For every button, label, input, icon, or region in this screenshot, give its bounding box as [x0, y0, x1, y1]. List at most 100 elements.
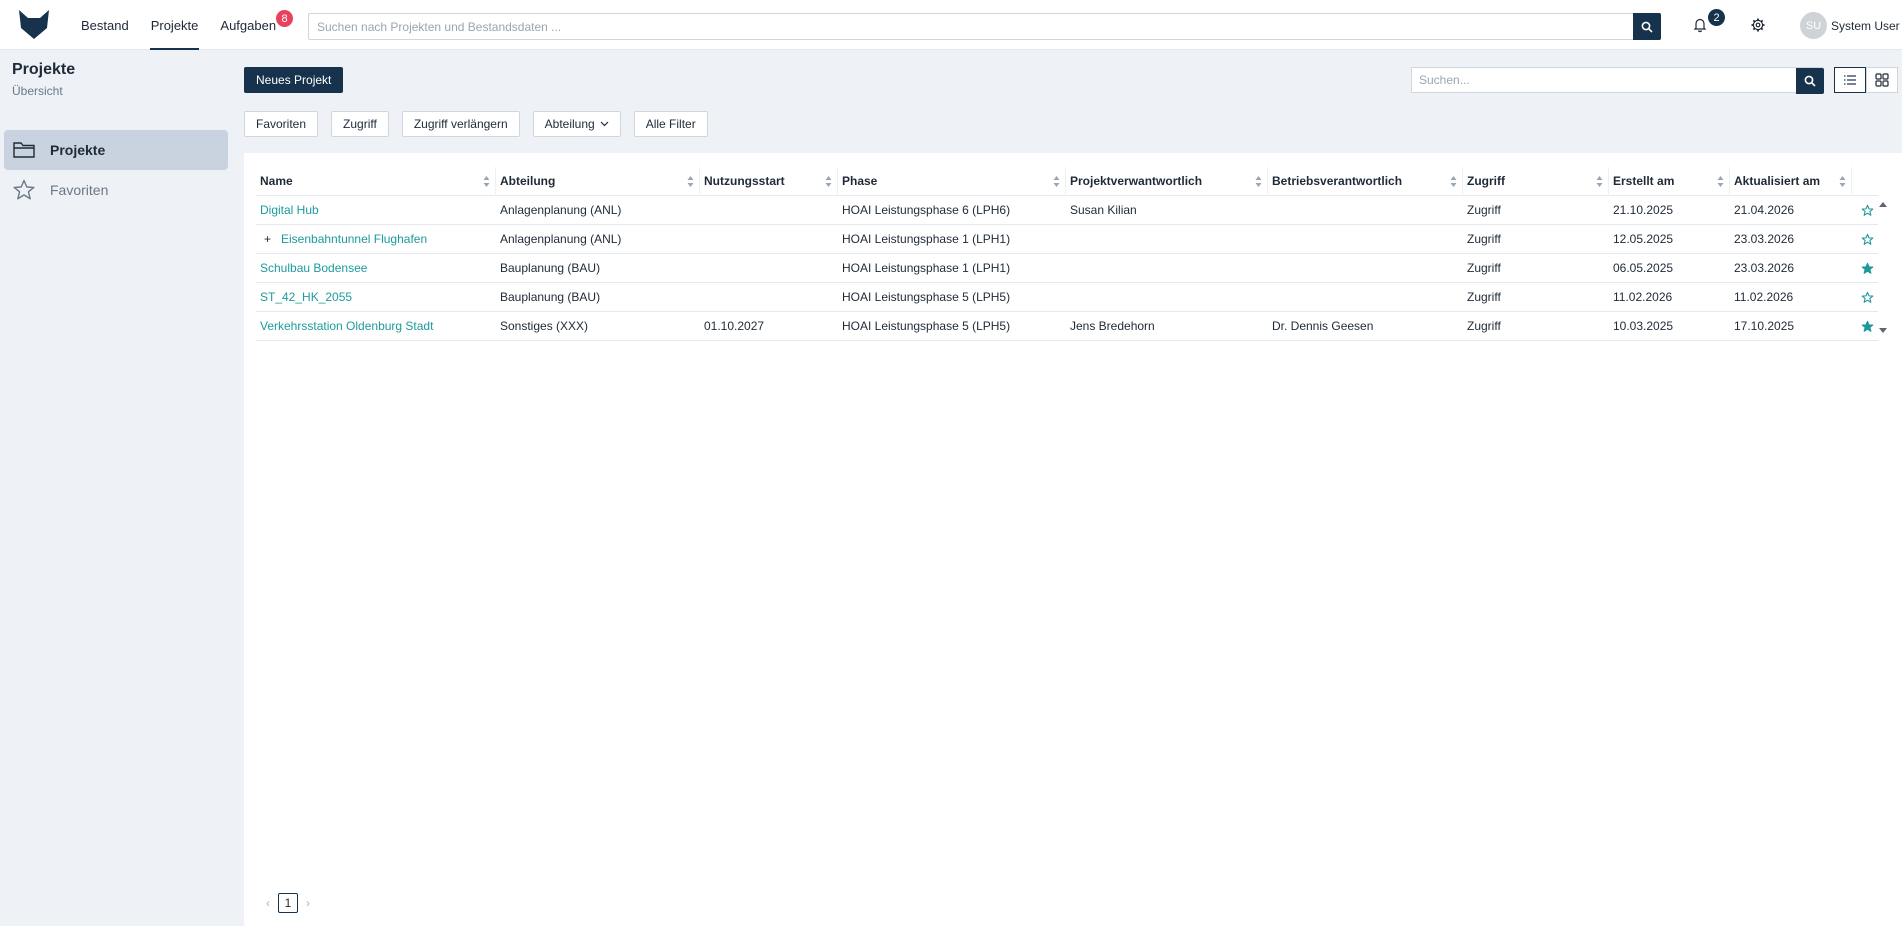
new-project-button[interactable]: Neues Projekt	[244, 67, 344, 93]
table-row[interactable]: ST_42_HK_2055 Bauplanung (BAU) HOAI Leistu…	[256, 283, 1878, 312]
column-header-betriebsverantwortlich[interactable]: Betriebsverantwortlich	[1268, 166, 1463, 196]
user-menu[interactable]: SU System User	[1800, 12, 1900, 39]
sidebar: Projekte Übersicht Projekte Favoriten	[0, 51, 236, 926]
cell-abteilung: Anlagenplanung (ANL)	[500, 232, 622, 246]
cell-abteilung: Bauplanung (BAU)	[500, 261, 601, 275]
filter-abteilung[interactable]: Abteilung	[532, 111, 621, 137]
tasks-count-badge: 8	[276, 10, 294, 27]
fox-logo-icon[interactable]	[16, 6, 52, 42]
star-outline-icon[interactable]	[1861, 233, 1874, 246]
cell-erstellt: 06.05.2025	[1613, 261, 1674, 275]
cell-aktualisiert: 23.03.2026	[1734, 261, 1795, 275]
cell-erstellt: 12.05.2025	[1613, 232, 1674, 246]
project-link[interactable]: Digital Hub	[260, 203, 319, 217]
sort-icon	[1053, 175, 1060, 187]
search-icon	[1804, 75, 1816, 87]
column-header-nutzungsstart[interactable]: Nutzungsstart	[700, 166, 838, 196]
bell-icon[interactable]	[1690, 15, 1710, 35]
cell-erstellt: 11.02.2026	[1613, 290, 1673, 304]
filter-zugriff[interactable]: Zugriff	[331, 111, 389, 137]
grid-view-button[interactable]	[1866, 67, 1898, 93]
cell-projektverantwortlich: Jens Bredehorn	[1070, 319, 1155, 333]
column-header-abteilung[interactable]: Abteilung	[496, 166, 700, 196]
chevron-down-icon	[600, 121, 609, 127]
cell-aktualisiert: 23.03.2026	[1734, 232, 1795, 246]
grid-icon	[1875, 73, 1889, 87]
cell-betriebsverantwortlich	[1268, 225, 1463, 254]
nav-projekte[interactable]: Projekte	[140, 0, 210, 50]
table-row[interactable]: Verkehrsstation Oldenburg Stadt Sonstiges…	[256, 312, 1878, 341]
cell-nutzungsstart	[700, 254, 838, 283]
project-link[interactable]: Eisenbahntunnel Flughafen	[281, 232, 427, 246]
table-row[interactable]: + Eisenbahntunnel Flughafen Anlagenplanung…	[256, 225, 1878, 254]
cell-favorite	[1852, 283, 1878, 312]
expand-plus-icon[interactable]: +	[264, 232, 271, 246]
page-number[interactable]: 1	[278, 893, 298, 913]
list-view-button[interactable]	[1834, 67, 1866, 93]
cell-favorite	[1852, 312, 1878, 341]
cell-name: Digital Hub	[256, 196, 496, 225]
scroll-down-icon[interactable]	[1878, 325, 1888, 335]
cell-name: Verkehrsstation Oldenburg Stadt	[256, 312, 496, 341]
global-search-button[interactable]	[1633, 13, 1661, 40]
view-toggle	[1834, 67, 1898, 93]
project-link[interactable]: Verkehrsstation Oldenburg Stadt	[260, 319, 433, 333]
table-row[interactable]: Digital Hub Anlagenplanung (ANL) HOAI Leis…	[256, 196, 1878, 225]
sort-icon	[1839, 175, 1846, 187]
project-link[interactable]: ST_42_HK_2055	[260, 290, 352, 304]
cell-phase: HOAI Leistungsphase 6 (LPH6)	[842, 203, 1011, 217]
cell-erstellt: 21.10.2025	[1613, 203, 1674, 217]
folder-icon	[13, 142, 35, 158]
column-header-phase[interactable]: Phase	[838, 166, 1066, 196]
sort-icon	[1450, 175, 1457, 187]
column-header-erstellt[interactable]: Erstellt am	[1609, 166, 1730, 196]
pagination: ‹ 1 ›	[262, 893, 314, 913]
table-body: Digital Hub Anlagenplanung (ANL) HOAI Leis…	[256, 196, 1878, 341]
sidebar-item-projekte[interactable]: Projekte	[4, 130, 228, 170]
cell-favorite	[1852, 254, 1878, 283]
column-header-zugriff[interactable]: Zugriff	[1463, 166, 1609, 196]
projects-table: Name Abteilung Nutzungsstart Phase Projektve…	[256, 166, 1878, 341]
cell-betriebsverantwortlich: Dr. Dennis Geesen	[1272, 319, 1374, 333]
star-filled-icon[interactable]	[1861, 262, 1874, 275]
cell-projektverantwortlich: Susan Kilian	[1070, 203, 1137, 217]
table-row[interactable]: Schulbau Bodensee Bauplanung (BAU) HOAI Le…	[256, 254, 1878, 283]
nav-aufgaben[interactable]: Aufgaben 8	[209, 0, 294, 50]
prev-page-icon[interactable]: ‹	[262, 896, 274, 910]
project-search-button[interactable]	[1796, 68, 1824, 94]
user-name: System User	[1831, 18, 1900, 33]
sort-icon	[1717, 175, 1724, 187]
filter-favoriten[interactable]: Favoriten	[244, 111, 319, 137]
table-header: Name Abteilung Nutzungsstart Phase Projektve…	[256, 166, 1878, 196]
sort-icon	[1255, 175, 1262, 187]
cell-aktualisiert: 17.10.2025	[1734, 319, 1795, 333]
filter-bar: Favoriten Zugriff Zugriff verlängern Abt…	[244, 111, 721, 137]
sort-icon	[687, 175, 694, 187]
sidebar-item-favoriten[interactable]: Favoriten	[4, 170, 228, 210]
cell-betriebsverantwortlich	[1268, 196, 1463, 225]
star-outline-icon[interactable]	[1861, 291, 1874, 304]
projects-panel: Name Abteilung Nutzungsstart Phase Projektve…	[244, 153, 1902, 926]
project-search-input[interactable]	[1412, 68, 1796, 92]
star-outline-icon[interactable]	[1861, 204, 1874, 217]
star-filled-icon[interactable]	[1861, 320, 1874, 333]
search-icon	[1641, 21, 1653, 33]
project-search	[1411, 67, 1824, 94]
cell-phase: HOAI Leistungsphase 1 (LPH1)	[842, 232, 1011, 246]
nav-bestand[interactable]: Bestand	[70, 0, 140, 50]
filter-alle-filter[interactable]: Alle Filter	[633, 111, 708, 137]
gear-icon[interactable]	[1748, 15, 1768, 35]
cell-abteilung: Anlagenplanung (ANL)	[500, 203, 622, 217]
cell-zugriff: Zugriff	[1467, 203, 1501, 217]
sidebar-subtitle: Übersicht	[12, 84, 63, 98]
column-header-projektverantwortlich[interactable]: Projektverwantwortlich	[1066, 166, 1268, 196]
cell-zugriff: Zugriff	[1467, 290, 1501, 304]
cell-projektverantwortlich	[1066, 225, 1268, 254]
project-link[interactable]: Schulbau Bodensee	[260, 261, 367, 275]
next-page-icon[interactable]: ›	[302, 896, 314, 910]
column-header-name[interactable]: Name	[256, 166, 496, 196]
scroll-up-icon[interactable]	[1878, 200, 1888, 210]
column-header-aktualisiert[interactable]: Aktualisiert am	[1730, 166, 1852, 196]
global-search-input[interactable]	[309, 14, 1633, 39]
filter-zugriff-verlaengern[interactable]: Zugriff verlängern	[401, 111, 520, 137]
